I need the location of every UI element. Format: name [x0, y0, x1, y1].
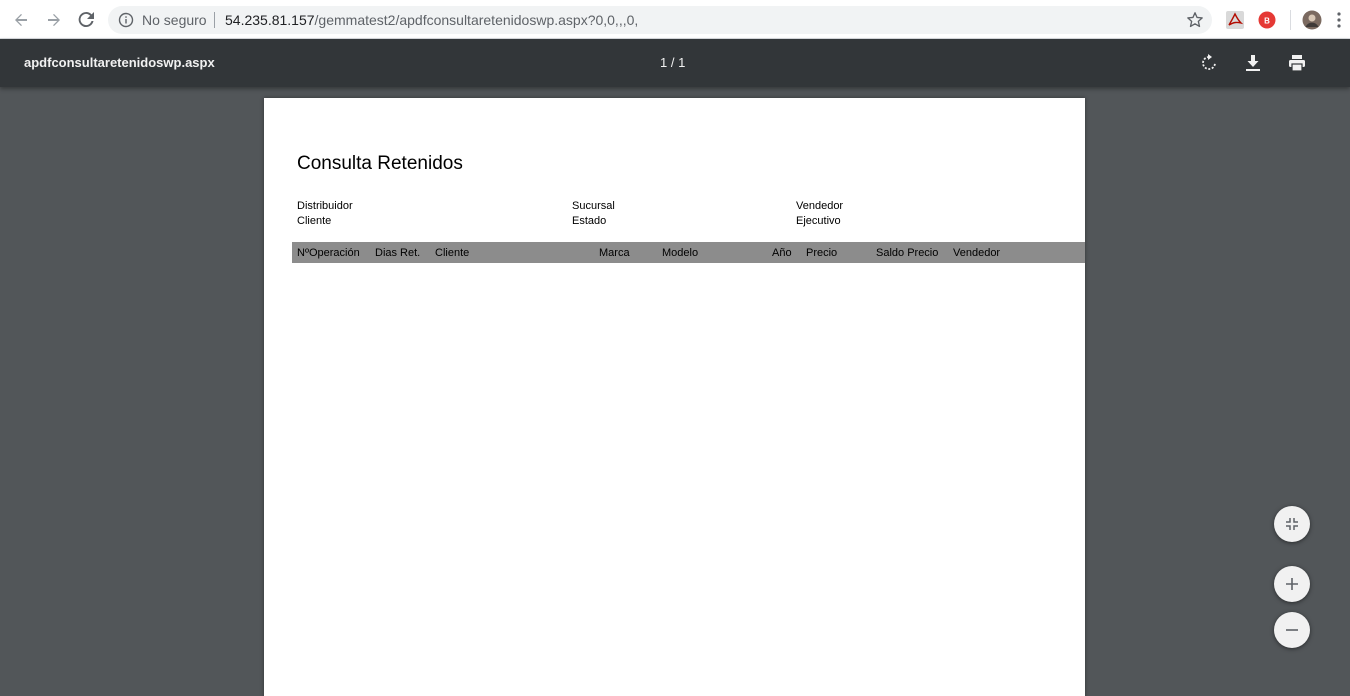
url-path: /gemmatest2/apdfconsultaretenidoswp.aspx… [314, 12, 639, 28]
column-header-dias-ret: Dias Ret. [375, 247, 421, 259]
minus-icon [1286, 629, 1298, 631]
download-icon [1246, 55, 1260, 71]
field-cliente: Cliente [297, 215, 332, 227]
download-button[interactable] [1242, 52, 1264, 74]
document-title: Consulta Retenidos [297, 153, 463, 174]
field-sucursal: Sucursal [572, 200, 615, 212]
acrobat-extension-button[interactable] [1225, 10, 1245, 30]
plus-icon [1286, 578, 1298, 590]
field-estado: Estado [572, 215, 607, 227]
print-button[interactable] [1286, 52, 1308, 74]
pdf-file-name: apdfconsultaretenidoswp.aspx [24, 55, 215, 70]
column-header-precio: Precio [806, 247, 838, 259]
avatar-icon [1302, 10, 1322, 30]
security-status-label[interactable]: No seguro [142, 12, 207, 28]
field-ejecutivo: Ejecutivo [796, 215, 841, 227]
extension-badge-icon: B [1258, 11, 1276, 29]
column-header-operacion: NºOperación [297, 247, 360, 259]
column-header-vendedor: Vendedor [953, 247, 1001, 259]
url-text[interactable]: 54.235.81.157/gemmatest2/apdfconsultaret… [225, 12, 638, 28]
address-bar[interactable]: No seguro 54.235.81.157/gemmatest2/apdfc… [108, 6, 1212, 34]
column-header-modelo: Modelo [662, 247, 699, 259]
column-header-ano: Año [772, 247, 792, 259]
pdf-page: Consulta Retenidos Distribuidor Cliente … [264, 98, 1085, 696]
reload-button[interactable] [74, 8, 98, 32]
svg-text:B: B [1264, 17, 1270, 26]
extension-button[interactable]: B [1257, 10, 1277, 30]
page-indicator[interactable]: 1 / 1 [660, 55, 685, 70]
pdf-viewer-toolbar: apdfconsultaretenidoswp.aspx 1 / 1 [0, 39, 1350, 87]
print-icon [1289, 55, 1305, 72]
info-icon[interactable] [118, 12, 134, 28]
browser-toolbar: No seguro 54.235.81.157/gemmatest2/apdfc… [0, 0, 1350, 39]
reload-icon [78, 12, 94, 28]
more-vert-icon [1337, 12, 1341, 28]
column-header-saldo-precio: Saldo Precio [876, 247, 939, 259]
forward-button[interactable] [42, 8, 66, 32]
profile-avatar-button[interactable] [1302, 10, 1322, 30]
browser-menu-button[interactable] [1334, 10, 1344, 30]
column-header-cliente: Cliente [435, 247, 470, 259]
rotate-button[interactable] [1198, 52, 1220, 74]
arrow-left-icon [15, 14, 27, 26]
column-header-marca: Marca [599, 247, 630, 259]
toolbar-divider [1290, 10, 1291, 30]
bookmark-star-icon[interactable] [1186, 11, 1204, 29]
zoom-in-button[interactable] [1274, 566, 1310, 602]
zoom-out-button[interactable] [1274, 612, 1310, 648]
field-vendedor: Vendedor [796, 200, 844, 212]
rotate-icon [1202, 54, 1216, 70]
acrobat-icon [1226, 11, 1244, 29]
table-header-row: NºOperación Dias Ret. Cliente Marca Mode… [292, 242, 1085, 263]
field-distribuidor: Distribuidor [297, 200, 353, 212]
fit-page-icon [1286, 518, 1298, 530]
arrow-right-icon [48, 14, 60, 26]
url-host: 54.235.81.157 [225, 12, 315, 28]
back-button[interactable] [9, 8, 33, 32]
omnibox-divider [214, 12, 215, 28]
fit-to-page-button[interactable] [1274, 506, 1310, 542]
